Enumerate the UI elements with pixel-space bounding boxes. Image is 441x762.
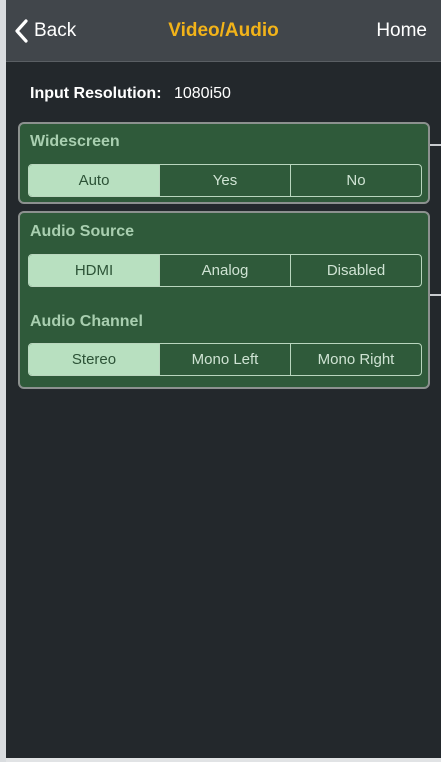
chevron-left-icon: [15, 19, 28, 43]
bottom-edge: [6, 758, 441, 762]
app-screen: Back Video/Audio Home Input Resolution: …: [0, 0, 441, 762]
home-button[interactable]: Home: [376, 17, 427, 45]
widescreen-option-yes[interactable]: Yes: [159, 165, 290, 196]
widescreen-connector: [430, 144, 441, 146]
audio-channel-option-mono-left[interactable]: Mono Left: [159, 344, 290, 375]
input-resolution: Input Resolution: 1080i50: [30, 84, 231, 104]
audio-source-option-hdmi[interactable]: HDMI: [29, 255, 159, 286]
widescreen-panel: Widescreen Auto Yes No: [18, 122, 430, 204]
input-resolution-value: 1080i50: [173, 85, 231, 102]
back-label: Back: [34, 20, 77, 41]
audio-source-option-disabled[interactable]: Disabled: [290, 255, 421, 286]
audio-channel-option-mono-right[interactable]: Mono Right: [290, 344, 421, 375]
widescreen-option-no[interactable]: No: [290, 165, 421, 196]
input-resolution-label: Input Resolution:: [30, 85, 162, 102]
audio-channel-title: Audio Channel: [30, 313, 143, 330]
widescreen-title: Widescreen: [30, 133, 120, 150]
nav-bar: Back Video/Audio Home: [6, 0, 441, 62]
audio-source-title: Audio Source: [30, 223, 135, 240]
left-edge: [0, 0, 6, 762]
audio-channel-option-stereo[interactable]: Stereo: [29, 344, 159, 375]
audio-connector: [430, 294, 441, 296]
audio-panel: Audio Source HDMI Analog Disabled Audio …: [18, 211, 430, 389]
audio-channel-segmented-control: Stereo Mono Left Mono Right: [28, 343, 422, 376]
widescreen-option-auto[interactable]: Auto: [29, 165, 159, 196]
back-button[interactable]: Back: [14, 17, 76, 45]
widescreen-segmented-control: Auto Yes No: [28, 164, 422, 197]
audio-source-option-analog[interactable]: Analog: [159, 255, 290, 286]
audio-source-segmented-control: HDMI Analog Disabled: [28, 254, 422, 287]
